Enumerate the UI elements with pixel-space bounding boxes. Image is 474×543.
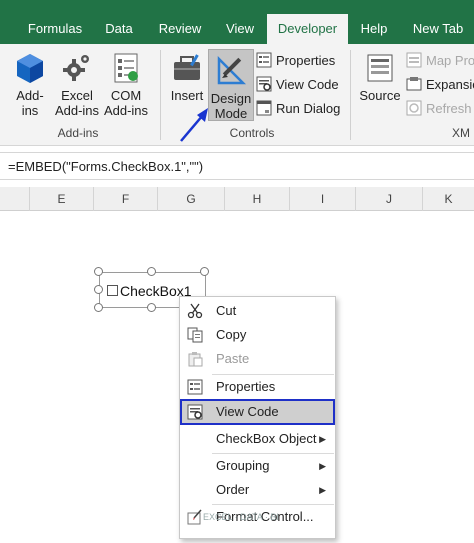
tab-review[interactable]: Review (152, 14, 208, 44)
menu-item-label: CheckBox Object (216, 431, 317, 446)
tab-view[interactable]: View (217, 14, 263, 44)
menu-item-label: View Code (216, 404, 279, 419)
run-dialog-button[interactable]: Run Dialog (256, 98, 340, 120)
view-code-icon (187, 404, 203, 420)
annotation-arrow-icon (180, 108, 208, 142)
properties-icon (187, 379, 203, 395)
insert-label: Insert (170, 88, 204, 103)
expansion-packs-button[interactable]: Expansio (406, 74, 474, 96)
menu-item-label: Grouping (216, 458, 270, 473)
com-addins-button[interactable]: COM Add-ins (102, 52, 150, 118)
menu-item-view-code[interactable]: View Code (180, 399, 335, 425)
format-control-icon (187, 509, 202, 525)
column-header-partial[interactable] (0, 187, 30, 211)
com-addins-label-line1: COM (110, 88, 142, 103)
view-code-button[interactable]: View Code (256, 74, 339, 96)
column-headers: E F G H I J K (0, 187, 474, 211)
column-header-k[interactable]: K (423, 187, 474, 211)
com-addins-label-line2: Add-ins (103, 103, 149, 118)
menu-item-cut[interactable]: Cut (180, 299, 335, 323)
source-button[interactable]: Source (356, 52, 404, 103)
tab-data[interactable]: Data (96, 14, 142, 44)
xml-source-icon (367, 54, 393, 82)
run-dialog-label: Run Dialog (276, 101, 341, 116)
watermark-text: EXCEL · DATA · BI (203, 512, 279, 522)
gear-icon (63, 55, 89, 81)
column-header-e[interactable]: E (30, 187, 94, 211)
menu-item-properties[interactable]: Properties (180, 375, 335, 399)
menu-item-paste[interactable]: Paste (180, 347, 335, 371)
excel-addins-label-line1: Excel (61, 88, 93, 103)
map-properties-button[interactable]: Map Pros (406, 50, 474, 72)
resize-handle[interactable] (147, 303, 156, 312)
formula-text: =EMBED("Forms.CheckBox.1","") (8, 159, 204, 174)
group-label-addins: Add-ins (57, 126, 99, 140)
addins-button[interactable]: Add- ins (10, 52, 50, 118)
column-header-i[interactable]: I (290, 187, 356, 211)
menu-item-label: Copy (216, 327, 247, 342)
paste-icon (188, 352, 203, 367)
design-mode-label-line2: Mode (214, 106, 248, 121)
group-label-xml: XM (452, 126, 470, 140)
design-mode-icon (217, 55, 247, 85)
addins-label-line1: Add- (16, 88, 44, 103)
ribbon-tab-bar: Formulas Data Review View Developer Help… (0, 0, 474, 44)
scissors-icon (187, 303, 203, 319)
refresh-data-label: Refresh D (426, 101, 474, 116)
run-dialog-icon (256, 100, 272, 116)
group-divider (350, 50, 351, 140)
refresh-icon (406, 100, 422, 116)
resize-handle[interactable] (94, 267, 103, 276)
menu-item-checkbox-object[interactable]: CheckBox Object ▶ (180, 427, 335, 451)
expansion-packs-icon (406, 77, 422, 91)
menu-item-label: Properties (216, 379, 276, 394)
menu-item-label: Cut (216, 303, 237, 318)
addins-cube-icon (17, 54, 43, 83)
column-header-h[interactable]: H (225, 187, 290, 211)
column-header-f[interactable]: F (94, 187, 158, 211)
addins-label-line2: ins (21, 103, 39, 118)
excel-addins-label-line2: Add-ins (54, 103, 100, 118)
source-label: Source (359, 88, 401, 103)
refresh-data-button[interactable]: Refresh D (406, 98, 474, 120)
menu-item-label: Order (216, 482, 250, 497)
design-mode-label-line1: Design (210, 91, 252, 106)
context-menu: Cut Copy Paste Properties View Code Chec… (179, 296, 336, 539)
com-addins-icon (114, 53, 138, 83)
menu-item-order[interactable]: Order ▶ (180, 478, 335, 502)
resize-handle[interactable] (147, 267, 156, 276)
properties-button[interactable]: Properties (256, 50, 335, 72)
view-code-icon (256, 76, 272, 92)
tab-help[interactable]: Help (352, 14, 396, 44)
map-properties-label: Map Pros (426, 53, 474, 68)
properties-label: Properties (276, 53, 336, 68)
toolbox-icon (174, 54, 200, 80)
tab-developer[interactable]: Developer (267, 14, 348, 44)
submenu-arrow-icon: ▶ (319, 434, 326, 444)
tab-formulas[interactable]: Formulas (20, 14, 90, 44)
expansion-packs-label: Expansio (426, 77, 474, 92)
insert-controls-button[interactable]: Insert (168, 52, 206, 103)
submenu-arrow-icon: ▶ (319, 461, 326, 471)
resize-handle[interactable] (94, 285, 103, 294)
column-header-g[interactable]: G (158, 187, 225, 211)
group-divider (160, 50, 161, 140)
ribbon-panel: Add- ins Excel Add-ins COM Add-ins Add-i… (0, 44, 474, 146)
menu-item-label: Paste (216, 351, 250, 366)
resize-handle[interactable] (200, 267, 209, 276)
copy-icon (187, 327, 203, 343)
tab-new-tab[interactable]: New Tab (405, 14, 471, 44)
group-label-controls: Controls (229, 126, 275, 140)
menu-item-copy[interactable]: Copy (180, 323, 335, 347)
column-header-j[interactable]: J (356, 187, 423, 211)
map-properties-icon (406, 52, 422, 68)
menu-item-grouping[interactable]: Grouping ▶ (180, 454, 335, 478)
formula-bar[interactable]: =EMBED("Forms.CheckBox.1","") (0, 152, 474, 180)
view-code-label: View Code (276, 77, 339, 92)
submenu-arrow-icon: ▶ (319, 485, 326, 495)
resize-handle[interactable] (94, 303, 103, 312)
excel-addins-button[interactable]: Excel Add-ins (54, 52, 100, 118)
properties-icon (256, 52, 272, 68)
checkbox-square[interactable] (107, 285, 118, 296)
